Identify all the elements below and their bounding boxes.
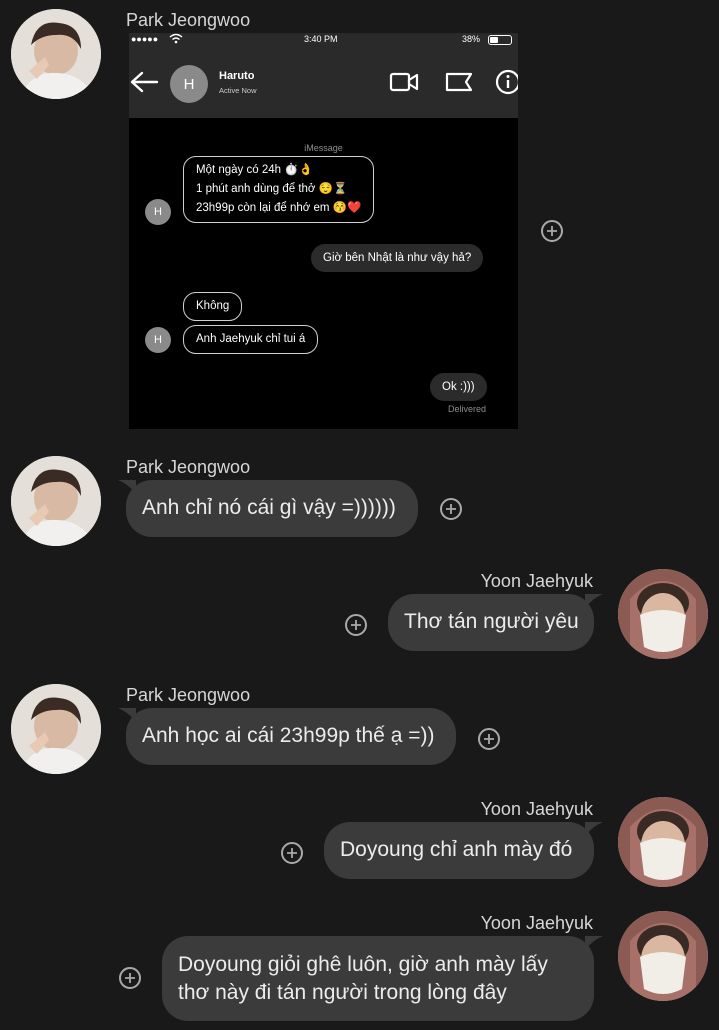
avatar-park-jeongwoo[interactable] <box>11 9 101 99</box>
avatar-image <box>618 911 708 1001</box>
avatar-image <box>11 684 101 774</box>
video-camera-icon[interactable] <box>389 70 419 99</box>
sender-name: Park Jeongwoo <box>126 685 251 705</box>
plus-circle-icon[interactable] <box>345 614 367 636</box>
status-time: 3:40 PM <box>304 34 338 44</box>
avatar-image <box>11 456 101 546</box>
message-bubble-outgoing[interactable]: Ok :))) <box>430 373 487 401</box>
avatar-image <box>11 9 101 99</box>
message-bubble[interactable]: Doyoung chỉ anh mày đó <box>324 822 594 879</box>
avatar-park-jeongwoo[interactable] <box>11 684 101 774</box>
sender-name: Yoon Jaehyuk <box>480 913 593 933</box>
message-bubble-incoming[interactable]: Anh Jaehyuk chỉ tui á <box>183 325 319 354</box>
message-bubble[interactable]: Doyoung giỏi ghê luôn, giờ anh mày lấy t… <box>162 936 594 1021</box>
avatar-yoon-jaehyuk[interactable] <box>618 911 708 1001</box>
message-avatar: H <box>145 327 171 353</box>
sender-name: Yoon Jaehyuk <box>480 799 593 819</box>
message-bubble-incoming[interactable]: Không <box>183 292 243 321</box>
message-bubble[interactable]: Thơ tán người yêu <box>388 594 594 651</box>
message-bubble-outgoing[interactable]: Giờ bên Nhật là như vậy hả? <box>311 244 484 272</box>
sender-name: Yoon Jaehyuk <box>480 571 593 591</box>
embedded-screenshot: ●●●●● 3:40 PM 38% H Haruto Active Now iM… <box>129 33 518 429</box>
avatar-park-jeongwoo[interactable] <box>11 456 101 546</box>
contact-name: Haruto <box>219 70 255 82</box>
sender-name: Park Jeongwoo <box>126 457 251 477</box>
flag-icon[interactable] <box>444 70 474 99</box>
avatar-yoon-jaehyuk[interactable] <box>618 569 708 659</box>
message-bubble-incoming[interactable]: Một ngày có 24h ⏱️👌 1 phút anh dùng để t… <box>183 156 375 223</box>
plus-circle-icon[interactable] <box>541 220 563 242</box>
status-bar: ●●●●● 3:40 PM 38% <box>129 33 518 48</box>
plus-circle-icon[interactable] <box>281 842 303 864</box>
service-label: iMessage <box>304 143 343 153</box>
avatar-image <box>618 569 708 659</box>
message-line: 23h99p còn lại để nhớ em 😚❤️ <box>196 202 362 214</box>
signal-indicator: ●●●●● <box>131 34 159 44</box>
message-line: 1 phút anh dùng để thở 😌⏳ <box>196 183 348 195</box>
battery-percent: 38% <box>462 34 481 44</box>
delivered-label: Delivered <box>448 404 487 414</box>
plus-circle-icon[interactable] <box>119 967 141 989</box>
avatar-image <box>618 797 708 887</box>
contact-status: Active Now <box>219 86 257 95</box>
arrow-left-icon[interactable] <box>129 70 159 99</box>
message-avatar: H <box>145 199 171 225</box>
message-bubble[interactable]: Anh chỉ nó cái gì vậy =)))))) <box>126 480 418 537</box>
info-icon[interactable] <box>495 69 518 100</box>
sender-name: Park Jeongwoo <box>126 10 251 30</box>
battery-icon <box>488 35 512 45</box>
chat-header: H Haruto Active Now <box>129 48 518 118</box>
avatar-yoon-jaehyuk[interactable] <box>618 797 708 887</box>
message-line: Một ngày có 24h ⏱️👌 <box>196 164 313 176</box>
message-bubble[interactable]: Anh học ai cái 23h99p thế ạ =)) <box>126 708 456 765</box>
contact-avatar[interactable]: H <box>170 65 208 103</box>
wifi-icon <box>169 33 183 46</box>
plus-circle-icon[interactable] <box>478 728 500 750</box>
plus-circle-icon[interactable] <box>440 498 462 520</box>
